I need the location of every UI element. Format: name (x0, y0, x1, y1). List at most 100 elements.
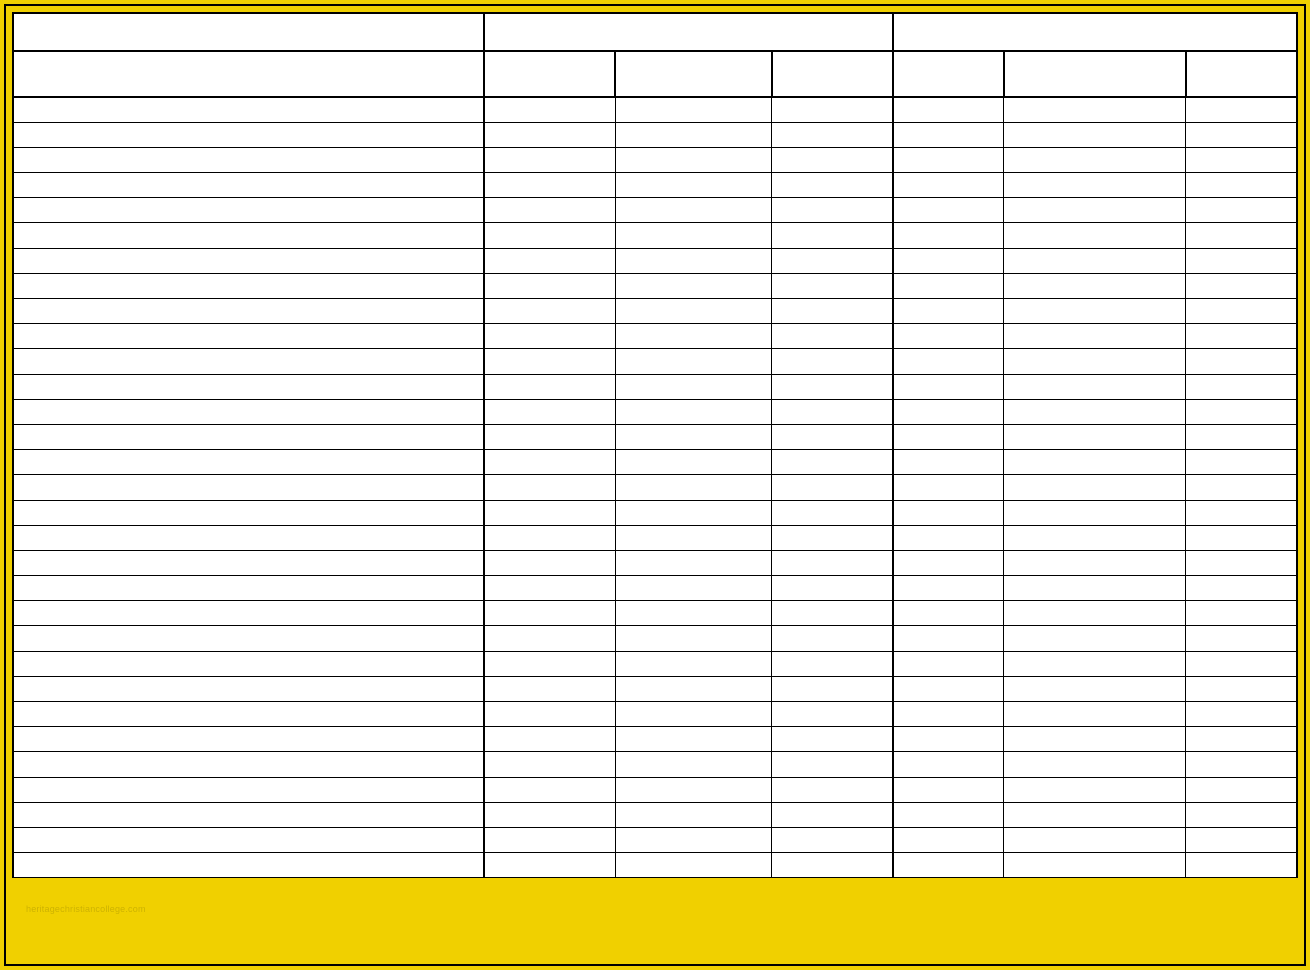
cell-g[interactable] (1186, 147, 1297, 172)
cell-c[interactable] (615, 349, 772, 374)
cell-a[interactable] (13, 727, 484, 752)
cell-e[interactable] (893, 576, 1004, 601)
cell-g[interactable] (1186, 827, 1297, 852)
cell-d[interactable] (772, 122, 893, 147)
cell-c[interactable] (615, 198, 772, 223)
cell-b[interactable] (484, 173, 615, 198)
cell-e[interactable] (893, 273, 1004, 298)
cell-b[interactable] (484, 853, 615, 878)
cell-d[interactable] (772, 248, 893, 273)
cell-d[interactable] (772, 399, 893, 424)
cell-d[interactable] (772, 525, 893, 550)
cell-b[interactable] (484, 626, 615, 651)
cell-a[interactable] (13, 626, 484, 651)
cell-f[interactable] (1004, 777, 1186, 802)
cell-b[interactable] (484, 299, 615, 324)
cell-e[interactable] (893, 550, 1004, 575)
cell-c[interactable] (615, 853, 772, 878)
cell-b[interactable] (484, 500, 615, 525)
cell-c[interactable] (615, 727, 772, 752)
cell-a[interactable] (13, 97, 484, 122)
cell-c[interactable] (615, 475, 772, 500)
cell-b[interactable] (484, 198, 615, 223)
cell-e[interactable] (893, 475, 1004, 500)
cell-g[interactable] (1186, 576, 1297, 601)
cell-g[interactable] (1186, 676, 1297, 701)
cell-b[interactable] (484, 97, 615, 122)
cell-f[interactable] (1004, 727, 1186, 752)
cell-d[interactable] (772, 601, 893, 626)
cell-a[interactable] (13, 676, 484, 701)
cell-c[interactable] (615, 702, 772, 727)
cell-e[interactable] (893, 349, 1004, 374)
cell-a[interactable] (13, 147, 484, 172)
cell-e[interactable] (893, 248, 1004, 273)
cell-d[interactable] (772, 853, 893, 878)
cell-e[interactable] (893, 147, 1004, 172)
cell-c[interactable] (615, 97, 772, 122)
cell-f[interactable] (1004, 374, 1186, 399)
cell-c[interactable] (615, 248, 772, 273)
cell-e[interactable] (893, 601, 1004, 626)
cell-g[interactable] (1186, 424, 1297, 449)
cell-d[interactable] (772, 324, 893, 349)
cell-f[interactable] (1004, 651, 1186, 676)
cell-e[interactable] (893, 374, 1004, 399)
cell-a[interactable] (13, 525, 484, 550)
cell-g[interactable] (1186, 324, 1297, 349)
cell-f[interactable] (1004, 147, 1186, 172)
cell-e[interactable] (893, 399, 1004, 424)
cell-g[interactable] (1186, 777, 1297, 802)
cell-a[interactable] (13, 198, 484, 223)
cell-d[interactable] (772, 424, 893, 449)
cell-f[interactable] (1004, 475, 1186, 500)
cell-d[interactable] (772, 147, 893, 172)
cell-b[interactable] (484, 550, 615, 575)
cell-d[interactable] (772, 752, 893, 777)
cell-c[interactable] (615, 500, 772, 525)
cell-d[interactable] (772, 802, 893, 827)
cell-b[interactable] (484, 374, 615, 399)
cell-d[interactable] (772, 827, 893, 852)
cell-e[interactable] (893, 424, 1004, 449)
cell-a[interactable] (13, 248, 484, 273)
cell-g[interactable] (1186, 525, 1297, 550)
cell-g[interactable] (1186, 198, 1297, 223)
cell-a[interactable] (13, 273, 484, 298)
cell-g[interactable] (1186, 273, 1297, 298)
cell-f[interactable] (1004, 827, 1186, 852)
cell-f[interactable] (1004, 198, 1186, 223)
cell-a[interactable] (13, 702, 484, 727)
cell-c[interactable] (615, 601, 772, 626)
cell-b[interactable] (484, 576, 615, 601)
cell-b[interactable] (484, 147, 615, 172)
cell-g[interactable] (1186, 399, 1297, 424)
cell-b[interactable] (484, 349, 615, 374)
cell-f[interactable] (1004, 122, 1186, 147)
cell-a[interactable] (13, 550, 484, 575)
cell-a[interactable] (13, 399, 484, 424)
cell-g[interactable] (1186, 173, 1297, 198)
cell-d[interactable] (772, 273, 893, 298)
cell-g[interactable] (1186, 450, 1297, 475)
cell-e[interactable] (893, 651, 1004, 676)
cell-f[interactable] (1004, 273, 1186, 298)
cell-f[interactable] (1004, 550, 1186, 575)
cell-c[interactable] (615, 651, 772, 676)
cell-a[interactable] (13, 299, 484, 324)
cell-b[interactable] (484, 424, 615, 449)
cell-b[interactable] (484, 248, 615, 273)
cell-b[interactable] (484, 752, 615, 777)
cell-b[interactable] (484, 525, 615, 550)
cell-d[interactable] (772, 97, 893, 122)
cell-d[interactable] (772, 475, 893, 500)
cell-a[interactable] (13, 122, 484, 147)
cell-e[interactable] (893, 198, 1004, 223)
cell-b[interactable] (484, 223, 615, 248)
cell-c[interactable] (615, 299, 772, 324)
cell-b[interactable] (484, 399, 615, 424)
cell-f[interactable] (1004, 626, 1186, 651)
cell-d[interactable] (772, 173, 893, 198)
cell-f[interactable] (1004, 349, 1186, 374)
cell-c[interactable] (615, 424, 772, 449)
